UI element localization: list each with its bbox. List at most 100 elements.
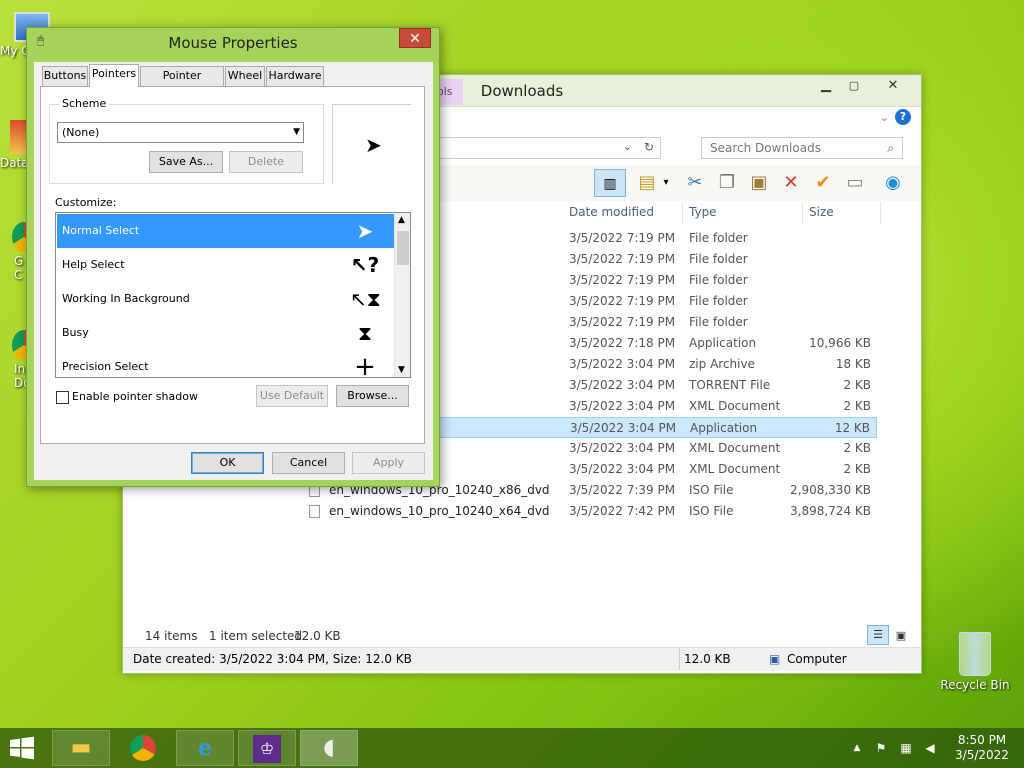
scroll-up-icon[interactable]: ▲: [398, 215, 405, 225]
file-date: 3/5/2022 7:19 PM: [569, 273, 676, 287]
file-type: File folder: [689, 273, 748, 287]
globe-icon[interactable]: ◉: [879, 169, 907, 197]
save-as-button[interactable]: Save As...: [149, 151, 223, 173]
cancel-button[interactable]: Cancel: [272, 452, 345, 474]
chevron-down-icon[interactable]: ▾: [659, 169, 673, 197]
minimize-button[interactable]: ▁: [813, 75, 839, 97]
help-cursor-icon: ↖?: [350, 253, 380, 277]
column-header-size[interactable]: Size: [805, 202, 881, 224]
taskbar-chrome[interactable]: [114, 730, 172, 766]
file-type: XML Document: [689, 399, 781, 413]
close-button[interactable]: ✕: [871, 75, 915, 97]
chevron-down-icon: ▼: [293, 127, 300, 137]
copy-icon[interactable]: ❐: [713, 169, 741, 197]
file-date: 3/5/2022 3:04 PM: [569, 462, 676, 476]
preview-pane-icon[interactable]: ▥: [594, 169, 626, 197]
mouse-properties-dialog[interactable]: 🖱 Mouse Properties ✕ Buttons Pointers Po…: [26, 27, 440, 487]
file-size: 10,966 KB: [809, 336, 871, 350]
file-size: 2,908,330 KB: [790, 483, 871, 497]
clock[interactable]: 8:50 PM 3/5/2022: [948, 728, 1016, 768]
taskbar-file-explorer[interactable]: ▬: [52, 730, 110, 766]
maximize-button[interactable]: ▢: [841, 75, 867, 97]
mouse-icon: ◖: [323, 735, 335, 760]
chevron-down-icon[interactable]: ⌄: [623, 140, 632, 153]
pointer-list-scrollbar[interactable]: ▲ ▼: [394, 213, 410, 377]
apply-button[interactable]: Apply: [352, 452, 425, 474]
pointer-name: Working In Background: [62, 292, 190, 305]
details-location: Computer: [787, 652, 847, 666]
taskbar-internet-explorer[interactable]: e: [176, 730, 234, 766]
details-bar: Date created: 3/5/2022 3:04 PM, Size: 12…: [123, 647, 921, 671]
large-icons-view-icon[interactable]: ▣: [891, 625, 911, 647]
ok-button[interactable]: OK: [191, 452, 264, 474]
scheme-select[interactable]: (None) ▼: [57, 122, 304, 143]
file-type: Application: [690, 421, 758, 435]
file-size: 2 KB: [843, 441, 871, 455]
clock-time: 8:50 PM: [957, 733, 1007, 747]
search-icon: ⌕: [887, 141, 894, 155]
file-date: 3/5/2022 3:04 PM: [569, 378, 676, 392]
details-size: 12.0 KB: [679, 648, 731, 670]
clock-date: 3/5/2022: [955, 748, 1009, 762]
list-item[interactable]: Precision Select +: [57, 350, 394, 377]
command-toolbar: ▥ ▤ ▾ ✂ ❐ ▣ ✕ ✔ ▭ ◉: [423, 165, 921, 201]
address-bar[interactable]: ⌄ ↻: [423, 137, 661, 159]
pointer-preview: ➤: [332, 104, 411, 184]
pointer-list[interactable]: Normal Select ➤ Help Select ↖? Working I…: [55, 212, 411, 378]
tab-pointer-options[interactable]: Pointer Options: [140, 66, 224, 100]
file-size: 2 KB: [843, 462, 871, 476]
dialog-title: Mouse Properties: [168, 34, 298, 52]
desktop-icon-label: Recycle Bin: [940, 678, 1010, 692]
customize-label: Customize:: [55, 196, 117, 209]
scroll-thumb[interactable]: [397, 231, 409, 265]
rename-icon[interactable]: ▭: [841, 169, 869, 197]
paste-icon[interactable]: ▣: [745, 169, 773, 197]
column-header-type[interactable]: Type: [685, 202, 803, 224]
ribbon-expand-icon[interactable]: ⌄: [880, 111, 889, 124]
search-input[interactable]: Search Downloads ⌕: [701, 137, 903, 159]
list-item[interactable]: Help Select ↖?: [57, 248, 394, 282]
tray-chevron-up-icon[interactable]: ▲: [850, 728, 864, 768]
list-item[interactable]: Working In Background ↖⧗: [57, 282, 394, 316]
ie-icon: e: [198, 735, 212, 761]
taskbar-trophy-app[interactable]: ♔: [238, 730, 296, 766]
network-icon[interactable]: ▦: [896, 728, 916, 768]
check-icon[interactable]: ✔: [809, 169, 837, 197]
desktop-icon-recycle-bin[interactable]: Recycle Bin: [940, 632, 1010, 692]
use-default-button[interactable]: Use Default: [256, 385, 328, 407]
properties-icon[interactable]: ▤: [633, 169, 661, 197]
tab-pointers[interactable]: Pointers: [89, 64, 139, 87]
table-row[interactable]: en_windows_10_pro_10240_x64_dvd 3/5/2022 …: [293, 501, 877, 522]
delete-button[interactable]: Delete: [229, 151, 303, 173]
close-button[interactable]: ✕: [399, 28, 431, 48]
start-button[interactable]: [8, 736, 38, 760]
taskbar-mouse-properties[interactable]: ◖: [300, 730, 358, 766]
file-type: TORRENT File: [689, 378, 771, 392]
search-placeholder: Search Downloads: [710, 141, 821, 155]
help-icon[interactable]: ?: [895, 109, 911, 125]
file-type: ISO File: [689, 504, 734, 518]
arrow-cursor-icon: ➤: [365, 133, 382, 157]
file-type: zip Archive: [689, 357, 755, 371]
list-item[interactable]: Normal Select ➤: [57, 214, 394, 248]
recycle-bin-icon: [959, 632, 991, 676]
column-header-date[interactable]: Date modified: [565, 202, 683, 224]
list-item[interactable]: Busy ⧗: [57, 316, 394, 350]
file-size: 2 KB: [843, 378, 871, 392]
action-center-flag-icon[interactable]: ⚑: [872, 728, 890, 768]
cut-icon[interactable]: ✂: [681, 169, 709, 197]
tab-buttons[interactable]: Buttons: [42, 66, 88, 86]
pointer-shadow-checkbox[interactable]: [56, 391, 69, 404]
volume-muted-icon[interactable]: ◀: [920, 728, 940, 768]
refresh-icon[interactable]: ↻: [644, 140, 654, 154]
dialog-client: Buttons Pointers Pointer Options Wheel H…: [34, 62, 433, 480]
delete-icon[interactable]: ✕: [777, 169, 805, 197]
scroll-down-icon[interactable]: ▼: [398, 365, 405, 375]
file-date: 3/5/2022 7:18 PM: [569, 336, 676, 350]
working-cursor-icon: ↖⧗: [350, 287, 381, 311]
details-view-icon[interactable]: ☰: [867, 625, 889, 645]
tab-wheel[interactable]: Wheel: [225, 66, 265, 86]
browse-button[interactable]: Browse...: [336, 385, 409, 407]
iso-file-icon: [309, 505, 320, 518]
tab-hardware[interactable]: Hardware: [266, 66, 324, 86]
